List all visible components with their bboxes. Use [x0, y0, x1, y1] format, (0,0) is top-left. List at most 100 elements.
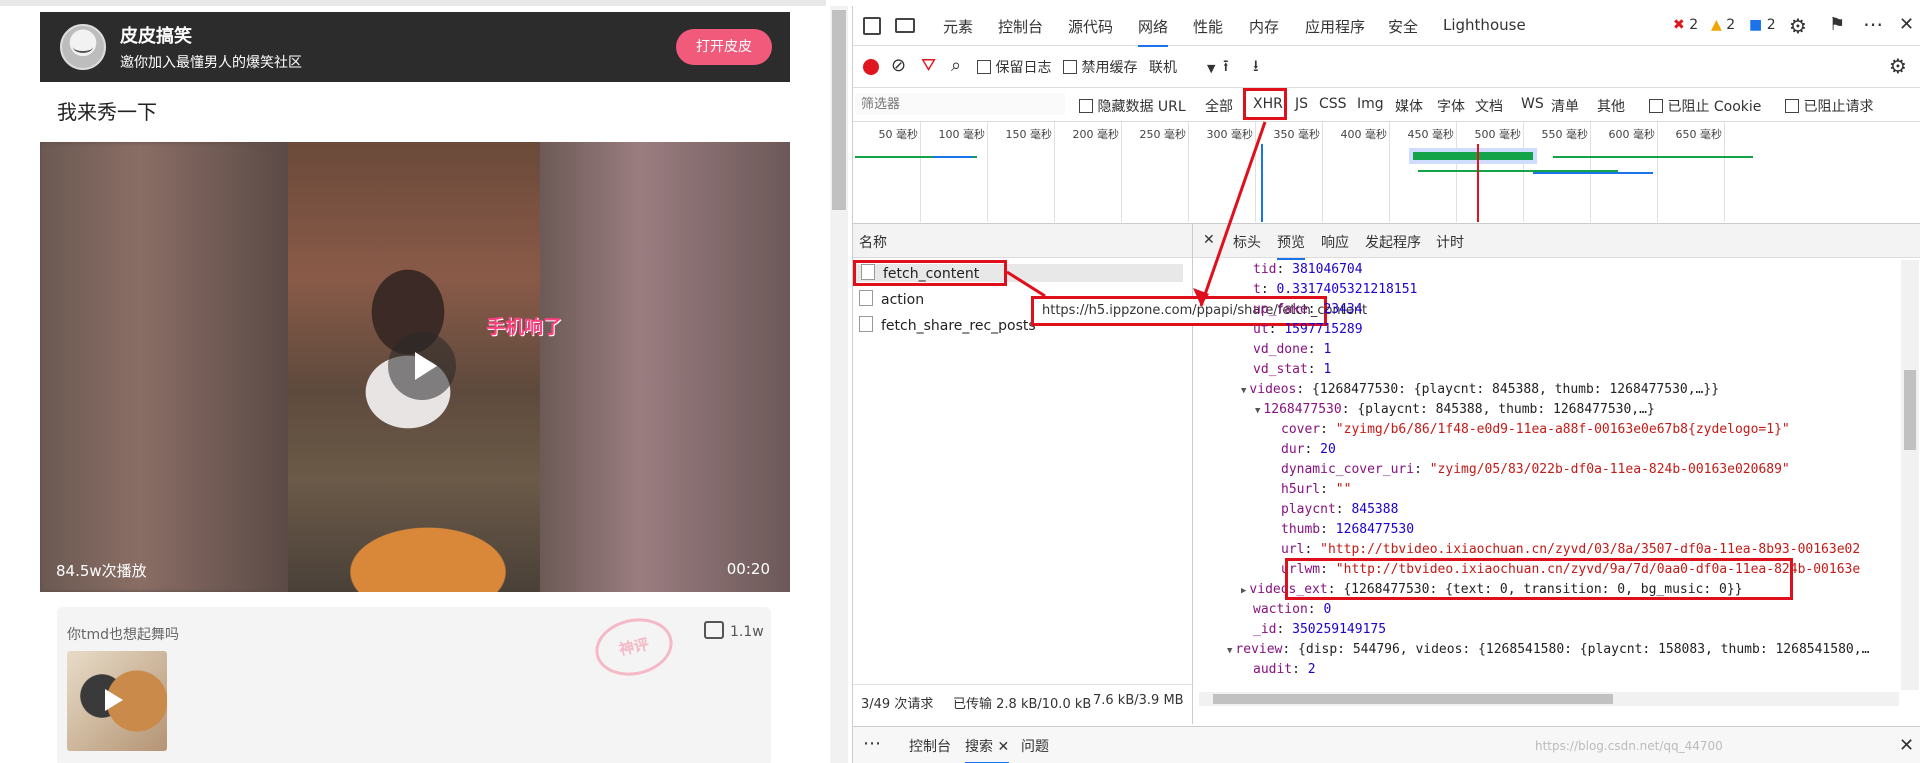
json-row[interactable]: ▼ videos: {1268477530: {playcnt: 845388, … — [1241, 382, 1719, 397]
network-settings-gear-icon[interactable]: ⚙ — [1889, 54, 1907, 78]
filter-js[interactable]: JS — [1295, 96, 1308, 112]
error-count[interactable]: ✖ 2 — [1673, 17, 1698, 33]
scrollbar-thumb[interactable] — [832, 10, 846, 210]
tab-sources[interactable]: 源代码 — [1068, 16, 1113, 37]
json-row[interactable]: playcnt: 845388 — [1281, 502, 1398, 517]
play-icon[interactable] — [388, 332, 456, 400]
expand-icon[interactable]: ▶ — [1241, 586, 1246, 596]
tab-network[interactable]: 网络 — [1138, 16, 1169, 47]
preview-scrollbar[interactable] — [1901, 260, 1919, 690]
search-icon[interactable]: ⌕ — [951, 55, 961, 76]
json-row[interactable]: ▼ 1268477530: {playcnt: 845388, thumb: 12… — [1255, 402, 1655, 417]
filter-doc[interactable]: 文档 — [1475, 96, 1503, 116]
network-timeline[interactable]: 50 毫秒 100 毫秒 150 毫秒 200 毫秒 250 毫秒 300 毫秒 350 毫… — [853, 122, 1920, 224]
json-row[interactable]: up_fake: 23434 — [1253, 302, 1363, 317]
page-scrollbar[interactable] — [830, 6, 848, 763]
json-row[interactable]: h5url: "" — [1281, 482, 1351, 497]
disable-cache-checkbox[interactable]: 禁用缓存 — [1063, 57, 1137, 77]
info-count[interactable]: ■ 2 — [1749, 17, 1776, 33]
export-har-icon[interactable]: ⭳ — [1253, 55, 1259, 82]
filter-font[interactable]: 字体 — [1437, 96, 1465, 116]
preserve-log-checkbox[interactable]: 保留日志 — [977, 57, 1051, 77]
filter-img[interactable]: Img — [1357, 96, 1384, 112]
filter-icon[interactable]: ⛛ — [921, 55, 936, 76]
request-row[interactable]: fetch_share_rec_posts — [859, 316, 1036, 334]
blocked-cookies-checkbox[interactable]: 已阻止 Cookie — [1649, 96, 1761, 116]
json-row[interactable]: vd_done: 1 — [1253, 342, 1331, 357]
timeline-tick-label: 400 毫秒 — [1340, 128, 1388, 141]
request-row[interactable]: action — [859, 290, 924, 308]
filter-ws[interactable]: WS — [1521, 96, 1544, 112]
close-icon[interactable]: ✕ — [1899, 14, 1914, 35]
tab-application[interactable]: 应用程序 — [1305, 16, 1365, 37]
timeline-gridline — [1255, 122, 1256, 222]
json-row[interactable]: t: 0.3317405321218151 — [1253, 282, 1417, 297]
timeline-tick-label: 500 毫秒 — [1474, 128, 1522, 141]
feedback-icon[interactable]: ⚑ — [1829, 14, 1845, 35]
json-row[interactable]: cover: "zyimg/b6/86/1f48-e0d9-11ea-a88f-… — [1281, 422, 1790, 437]
tab-response[interactable]: 响应 — [1321, 232, 1349, 252]
json-row[interactable]: _id: 350259149175 — [1253, 622, 1386, 637]
tab-security[interactable]: 安全 — [1388, 16, 1418, 37]
tab-console[interactable]: 控制台 — [998, 16, 1043, 37]
gear-icon[interactable]: ⚙ — [1789, 14, 1807, 38]
tab-lighthouse[interactable]: Lighthouse — [1443, 16, 1526, 34]
json-row[interactable]: ▼ review: {disp: 544796, videos: {1268541… — [1227, 642, 1869, 657]
close-icon[interactable]: ✕ — [1899, 735, 1914, 756]
column-name[interactable]: 名称 — [859, 232, 887, 252]
json-row[interactable]: dur: 20 — [1281, 442, 1336, 457]
scrollbar-thumb[interactable] — [1213, 694, 1613, 704]
json-row[interactable]: tid: 381046704 — [1253, 262, 1363, 277]
comment-video-thumbnail[interactable] — [67, 651, 167, 751]
device-toolbar-icon[interactable] — [895, 18, 915, 33]
json-row[interactable]: url: "http://tbvideo.ixiaochuan.cn/zyvd/… — [1281, 542, 1860, 557]
drawer-menu-icon[interactable]: ⋯ — [863, 733, 881, 754]
tab-elements[interactable]: 元素 — [943, 16, 973, 37]
json-row[interactable]: thumb: 1268477530 — [1281, 522, 1414, 537]
tab-initiator[interactable]: 发起程序 — [1365, 232, 1421, 252]
tab-timing[interactable]: 计时 — [1436, 232, 1464, 252]
blocked-requests-checkbox[interactable]: 已阻止请求 — [1785, 96, 1873, 116]
drawer-tab-issues[interactable]: 问题 — [1021, 736, 1049, 756]
open-app-button[interactable]: 打开皮皮 — [676, 29, 772, 65]
record-icon[interactable] — [863, 59, 879, 75]
tab-memory[interactable]: 内存 — [1249, 16, 1279, 37]
json-row[interactable]: ut: 1597715289 — [1253, 322, 1363, 337]
tab-headers[interactable]: 标头 — [1233, 232, 1261, 252]
expand-icon[interactable]: ▼ — [1241, 386, 1246, 396]
filter-manifest[interactable]: 清单 — [1551, 96, 1579, 116]
detail-tabbar: ✕ 标头 预览 响应 发起程序 计时 — [1193, 224, 1920, 260]
json-row[interactable]: dynamic_cover_uri: "zyimg/05/83/022b-df0… — [1281, 462, 1790, 477]
expand-icon[interactable]: ▼ — [1255, 406, 1260, 416]
inspect-icon[interactable] — [863, 17, 881, 35]
filter-css[interactable]: CSS — [1319, 96, 1347, 112]
close-icon[interactable]: ✕ — [1203, 232, 1215, 248]
expand-icon[interactable]: ▼ — [1227, 646, 1232, 656]
drawer-tab-search[interactable]: 搜索 ✕ — [965, 736, 1010, 763]
scrollbar-thumb[interactable] — [1904, 370, 1916, 450]
filter-input[interactable] — [855, 93, 1065, 115]
xhr-highlight — [1243, 88, 1287, 120]
json-row[interactable]: vd_stat: 1 — [1253, 362, 1331, 377]
timeline-tick-label: 150 毫秒 — [1005, 128, 1053, 141]
timeline-gridline — [1188, 122, 1189, 222]
import-har-icon[interactable]: ⭱ — [1223, 55, 1229, 82]
filter-media[interactable]: 媒体 — [1395, 96, 1423, 116]
timeline-tick-label: 50 毫秒 — [878, 128, 919, 141]
clear-icon[interactable]: ⊘ — [891, 55, 906, 76]
video-player[interactable]: 手机响了 84.5w次播放 00:20 — [40, 142, 790, 592]
more-icon[interactable]: ⋯ — [1863, 12, 1883, 36]
video-views: 84.5w次播放 — [56, 562, 147, 580]
filter-all[interactable]: 全部 — [1205, 96, 1233, 116]
json-row[interactable]: waction: 0 — [1253, 602, 1331, 617]
tab-preview[interactable]: 预览 — [1277, 232, 1305, 260]
throttle-select[interactable]: 联机 ▼ — [1149, 57, 1215, 77]
hide-data-url-checkbox[interactable]: 隐藏数据 URL — [1079, 96, 1186, 116]
tab-performance[interactable]: 性能 — [1193, 16, 1223, 37]
drawer-tab-console[interactable]: 控制台 — [909, 736, 951, 756]
preview-hscrollbar[interactable] — [1199, 692, 1899, 706]
filter-other[interactable]: 其他 — [1597, 96, 1625, 116]
warning-count[interactable]: ▲ 2 — [1711, 17, 1735, 33]
like-button[interactable]: 1.1w — [704, 621, 764, 640]
json-row[interactable]: audit: 2 — [1253, 662, 1316, 677]
